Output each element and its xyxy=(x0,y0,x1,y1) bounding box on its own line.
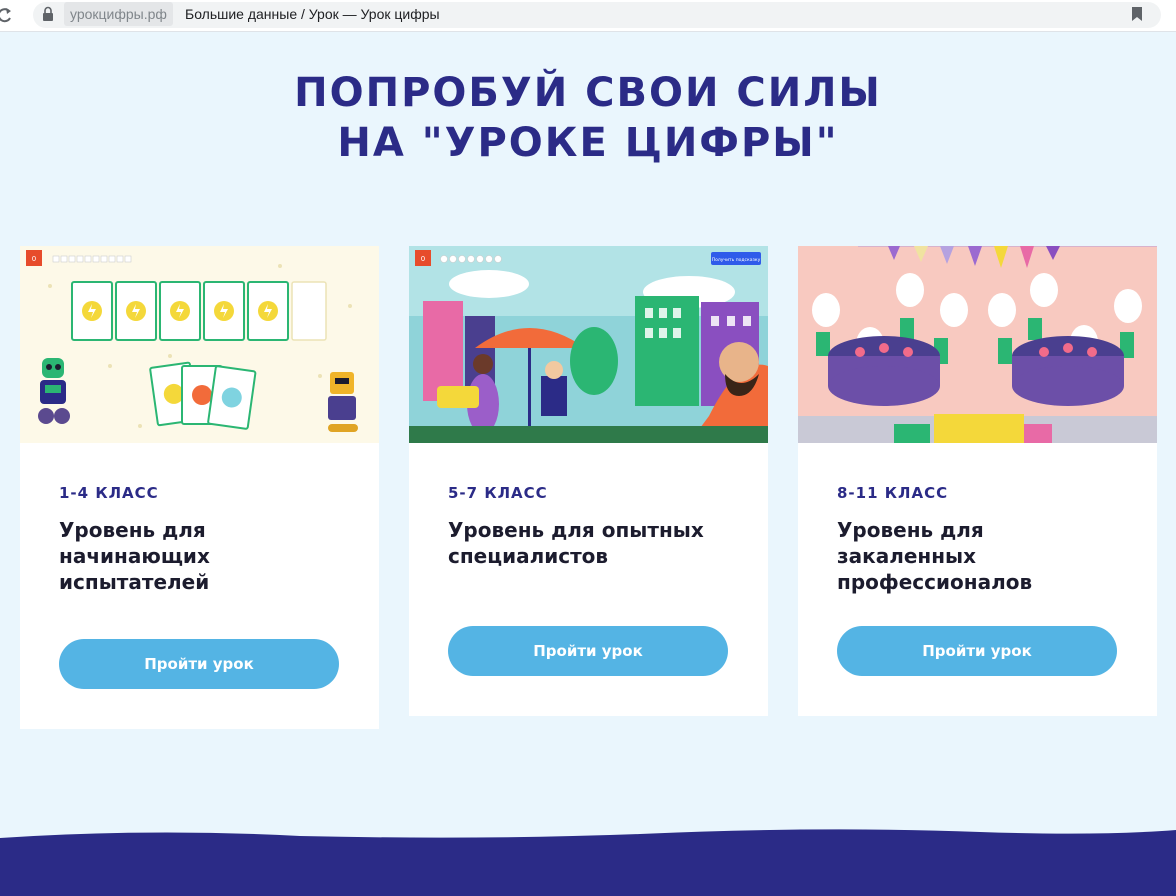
card-title: Уровень для закаленных профессионалов xyxy=(837,518,1033,594)
card-grade-label: 8-11 КЛАСС xyxy=(837,484,949,502)
headline-line-1: ПОПРОБУЙ СВОИ СИЛЫ xyxy=(294,70,882,116)
card-title: Уровень для начинающих испытателей xyxy=(59,518,210,594)
svg-text:0: 0 xyxy=(421,255,425,263)
start-lesson-button[interactable]: Пройти урок xyxy=(59,639,339,689)
card-grade-label: 1-4 КЛАСС xyxy=(59,484,159,502)
url-domain[interactable]: урокцифры.рф xyxy=(64,2,173,26)
footer-wave xyxy=(0,829,1176,896)
start-lesson-button[interactable]: Пройти урок xyxy=(448,626,728,676)
card-title: Уровень для опытных специалистов xyxy=(448,518,704,568)
svg-text:0: 0 xyxy=(32,255,36,263)
reload-icon[interactable] xyxy=(0,4,15,26)
card-illustration-city-street: 0 Получить подсказку xyxy=(409,246,768,443)
svg-text:Получить подсказку: Получить подсказку xyxy=(712,257,761,263)
lock-icon[interactable] xyxy=(42,6,54,22)
lesson-card-grades-5-7: 0 Получить подсказку 5-7 КЛАСС Уровень д… xyxy=(409,246,768,716)
url-page-title[interactable]: Большие данные / Урок — Урок цифры xyxy=(185,2,440,26)
headline-line-2: НА "УРОКЕ ЦИФРЫ" xyxy=(337,120,839,166)
start-lesson-button[interactable]: Пройти урок xyxy=(837,626,1117,676)
lesson-card-grades-1-4: 0 1-4 КЛАСС Уровень для начинающих испыт… xyxy=(20,246,379,729)
browser-bar: урокцифры.рф Большие данные / Урок — Уро… xyxy=(0,0,1176,32)
card-illustration-banquet xyxy=(798,246,1157,443)
lesson-card-grades-8-11: 8-11 КЛАСС Уровень для закаленных профес… xyxy=(798,246,1157,716)
bookmark-icon[interactable] xyxy=(1131,6,1143,22)
card-illustration-cards-robots: 0 xyxy=(20,246,379,443)
page-headline: ПОПРОБУЙ СВОИ СИЛЫ НА "УРОКЕ ЦИФРЫ" xyxy=(0,68,1176,168)
card-grade-label: 5-7 КЛАСС xyxy=(448,484,548,502)
